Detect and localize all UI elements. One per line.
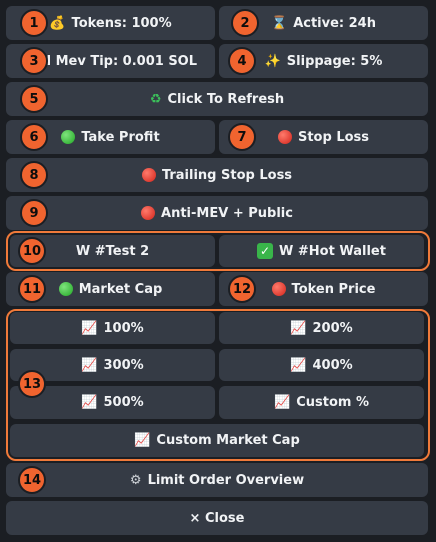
badge-9: 9 xyxy=(20,199,48,227)
custom-market-cap-button[interactable]: 📈 Custom Market Cap xyxy=(10,424,424,457)
green-circle-icon xyxy=(61,130,76,144)
take-profit-label: Take Profit xyxy=(81,129,160,145)
badge-13: 13 xyxy=(18,370,46,398)
pct-300-label: 300% xyxy=(103,357,144,373)
badge-10: 10 xyxy=(18,237,46,265)
anti-mev-button[interactable]: Anti-MEV + Public xyxy=(6,196,428,230)
red-circle-icon xyxy=(277,130,292,144)
red-circle-icon xyxy=(271,282,286,296)
hourglass-icon: ⌛ xyxy=(271,15,288,31)
badge-12: 12 xyxy=(228,275,256,303)
sell-mev-tip-label: Sell Mev Tip: 0.001 SOL xyxy=(23,53,198,69)
close-button[interactable]: × Close xyxy=(6,501,428,535)
custom-pct-button[interactable]: 📈 Custom % xyxy=(219,386,424,419)
pct-400-button[interactable]: 📈 400% xyxy=(219,349,424,381)
close-label: × Close xyxy=(189,510,245,526)
limit-order-overview-button[interactable]: ⚙ Limit Order Overview xyxy=(6,463,428,497)
active-label: Active: 24h xyxy=(293,15,376,31)
limit-order-overview-label: Limit Order Overview xyxy=(147,472,305,488)
custom-market-cap-label: Custom Market Cap xyxy=(156,433,300,448)
refresh-button[interactable]: ♻ Click To Refresh xyxy=(6,82,428,116)
pct-100-button[interactable]: 📈 100% xyxy=(10,312,215,344)
chart-up-icon: 📈 xyxy=(290,320,307,336)
pct-200-label: 200% xyxy=(312,320,353,336)
chart-up-icon: 📈 xyxy=(274,395,291,410)
badge-2: 2 xyxy=(231,9,259,37)
market-cap-label: Market Cap xyxy=(78,281,163,297)
stop-loss-label: Stop Loss xyxy=(297,129,370,145)
badge-14: 14 xyxy=(18,466,46,494)
badge-4: 4 xyxy=(228,47,256,75)
money-bag-icon: 💰 xyxy=(49,15,66,31)
token-price-label: Token Price xyxy=(291,281,376,297)
green-circle-icon xyxy=(58,282,73,296)
custom-pct-label: Custom % xyxy=(296,395,369,410)
red-circle-icon xyxy=(141,206,156,220)
badge-6: 6 xyxy=(20,123,48,151)
badge-11: 11 xyxy=(18,275,46,303)
pct-400-label: 400% xyxy=(312,357,353,373)
pct-100-label: 100% xyxy=(103,320,144,336)
chart-up-icon: 📈 xyxy=(81,395,98,410)
check-icon: ✓ xyxy=(257,243,274,259)
badge-7: 7 xyxy=(228,123,256,151)
chart-up-icon: 📈 xyxy=(81,357,98,373)
red-circle-icon xyxy=(141,168,156,182)
trailing-stop-loss-button[interactable]: Trailing Stop Loss xyxy=(6,158,428,192)
sparkles-icon: ✨ xyxy=(264,53,281,69)
anti-mev-label: Anti-MEV + Public xyxy=(161,205,293,221)
slippage-label: Slippage: 5% xyxy=(286,53,383,69)
chart-up-icon: 📈 xyxy=(81,320,98,336)
badge-8: 8 xyxy=(20,161,48,189)
refresh-label: Click To Refresh xyxy=(167,91,285,107)
trailing-stop-loss-label: Trailing Stop Loss xyxy=(161,167,293,183)
recycle-icon: ♻ xyxy=(149,91,162,107)
chart-up-icon: 📈 xyxy=(134,433,151,448)
wallet-test-label: W #Test 2 xyxy=(75,243,150,259)
limit-order-panel: 💰 Tokens: 100% ⌛ Active: 24h Sell Mev Ti… xyxy=(0,0,436,542)
badge-5: 5 xyxy=(20,85,48,113)
wallet-hot-button[interactable]: ✓ W #Hot Wallet xyxy=(219,235,424,267)
chart-up-icon: 📈 xyxy=(290,357,307,373)
pct-200-button[interactable]: 📈 200% xyxy=(219,312,424,344)
wallet-hot-label: W #Hot Wallet xyxy=(279,243,386,259)
badge-1: 1 xyxy=(20,9,48,37)
badge-3: 3 xyxy=(20,47,48,75)
pct-500-label: 500% xyxy=(103,395,144,410)
gear-icon: ⚙ xyxy=(129,472,142,488)
tokens-label: Tokens: 100% xyxy=(71,15,172,31)
